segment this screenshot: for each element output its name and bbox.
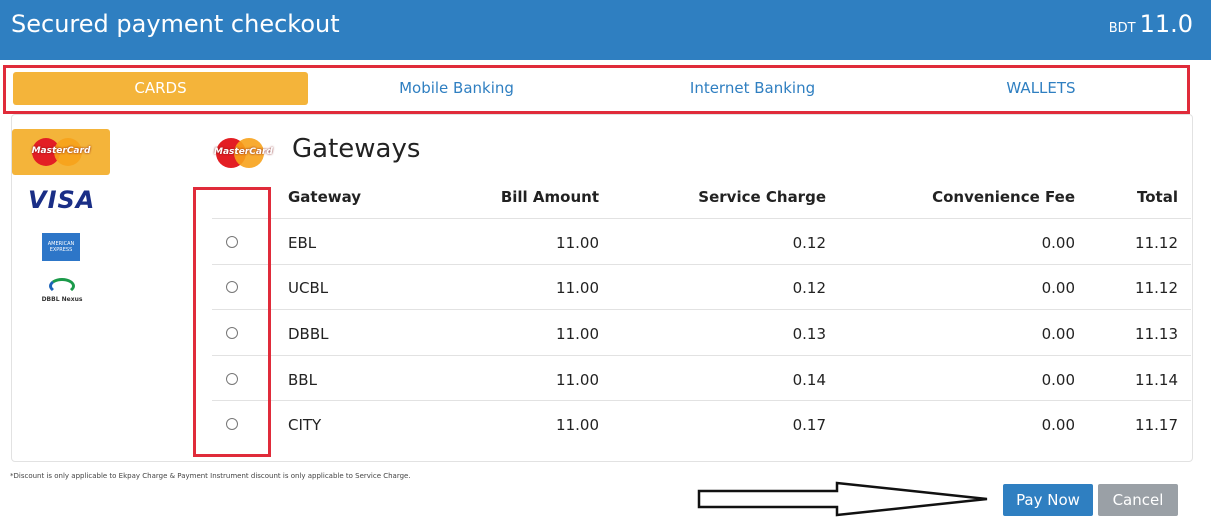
cancel-button[interactable]: Cancel	[1098, 484, 1178, 516]
convenience-fee: 0.00	[1041, 325, 1075, 343]
service-charge: 0.17	[792, 416, 826, 434]
column-header-gateway: Gateway	[288, 188, 362, 206]
total: 11.14	[1135, 371, 1178, 389]
tab-cards[interactable]: CARDS	[13, 72, 308, 105]
bill-amount: 11.00	[556, 325, 599, 343]
mastercard-section-logo: MasterCard	[214, 135, 273, 171]
gateway-name: DBBL	[288, 325, 329, 343]
total-amount: BDT 11.0	[1109, 10, 1193, 38]
column-header-total: Total	[1137, 188, 1178, 206]
page-title: Secured payment checkout	[11, 10, 340, 38]
dbbl-logo-text: DBBL Nexus	[41, 296, 83, 303]
service-charge: 0.13	[792, 325, 826, 343]
arrow-right-icon	[697, 481, 988, 517]
bill-amount: 11.00	[556, 279, 599, 297]
total: 11.12	[1135, 234, 1178, 252]
service-charge: 0.12	[792, 234, 826, 252]
service-charge: 0.14	[792, 371, 826, 389]
table-divider	[212, 400, 1191, 401]
dbbl-nexus-option[interactable]: DBBL Nexus	[30, 278, 94, 312]
convenience-fee: 0.00	[1041, 371, 1075, 389]
tab-mobile-banking[interactable]: Mobile Banking	[309, 72, 604, 105]
table-divider	[212, 264, 1191, 265]
column-header-service-charge: Service Charge	[698, 188, 826, 206]
table-divider	[212, 218, 1191, 219]
dbbl-logo-icon	[49, 278, 75, 294]
discount-note: *Discount is only applicable to Ekpay Ch…	[10, 472, 411, 480]
service-charge: 0.12	[792, 279, 826, 297]
gateway-name: EBL	[288, 234, 317, 252]
gateway-panel	[11, 114, 1193, 462]
pay-now-button[interactable]: Pay Now	[1003, 484, 1093, 516]
section-title: Gateways	[292, 134, 421, 164]
mastercard-logo-text: MasterCard	[214, 147, 273, 157]
checkout-header: Secured payment checkout BDT 11.0	[0, 0, 1211, 60]
total: 11.13	[1135, 325, 1178, 343]
table-divider	[212, 355, 1191, 356]
table-divider	[212, 309, 1191, 310]
gateway-name: BBL	[288, 371, 317, 389]
total: 11.17	[1135, 416, 1178, 434]
visa-option[interactable]: VISA	[28, 186, 95, 214]
convenience-fee: 0.00	[1041, 279, 1075, 297]
mastercard-option[interactable]: MasterCard	[12, 129, 110, 175]
column-header-convenience-fee: Convenience Fee	[932, 188, 1075, 206]
gateway-name: CITY	[288, 416, 322, 434]
convenience-fee: 0.00	[1041, 234, 1075, 252]
radio-column-highlight	[193, 187, 271, 457]
convenience-fee: 0.00	[1041, 416, 1075, 434]
currency-label: BDT	[1108, 21, 1136, 36]
tab-internet-banking[interactable]: Internet Banking	[605, 72, 900, 105]
total: 11.12	[1135, 279, 1178, 297]
amex-option[interactable]: AMERICAN EXPRESS	[42, 233, 80, 261]
payment-method-tabs: CARDS Mobile Banking Internet Banking WA…	[3, 65, 1190, 114]
column-header-bill-amount: Bill Amount	[500, 188, 599, 206]
mastercard-logo-text: MasterCard	[31, 146, 91, 156]
bill-amount: 11.00	[556, 371, 599, 389]
bill-amount: 11.00	[556, 416, 599, 434]
tab-wallets[interactable]: WALLETS	[901, 72, 1181, 105]
amount-value: 11.0	[1139, 10, 1193, 38]
gateway-name: UCBL	[288, 279, 329, 297]
bill-amount: 11.00	[556, 234, 599, 252]
